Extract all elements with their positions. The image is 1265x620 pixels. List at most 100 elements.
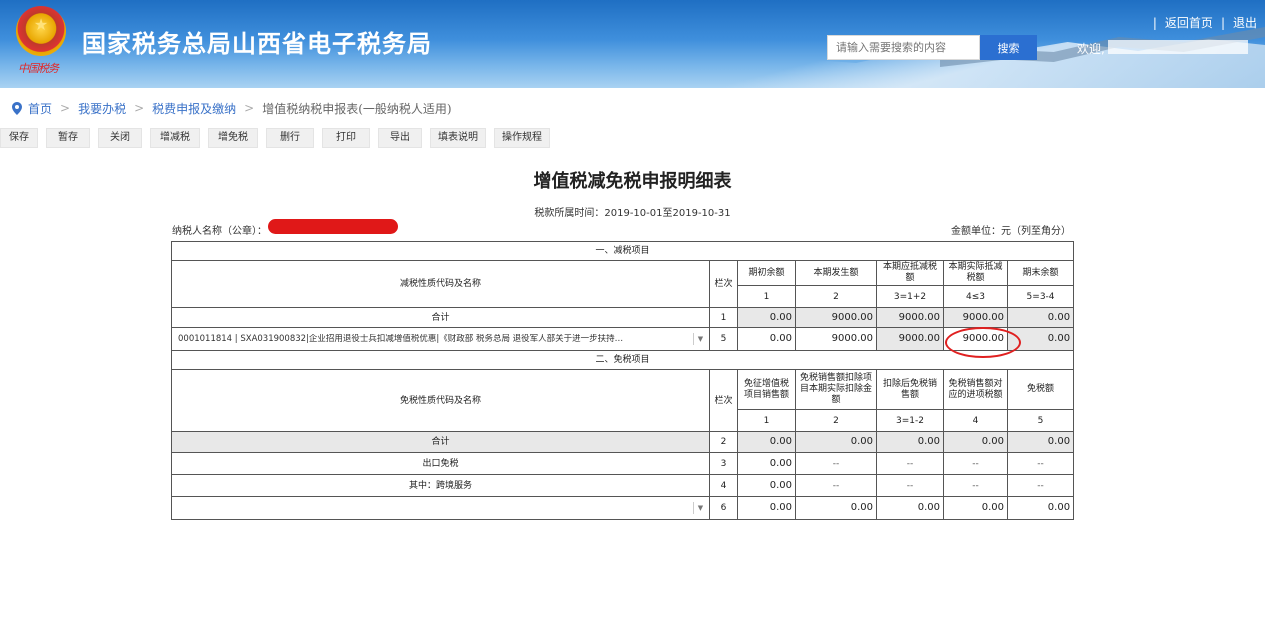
table-row: 0001011814 | SXA031900832|企业招用退役士兵扣减增值税优… (171, 327, 1075, 351)
cross-border-sales-input[interactable]: 0.00 (737, 474, 796, 497)
national-emblem-icon: ★ (16, 6, 66, 56)
exemption-section-title: 二、免税项目 (170, 350, 1075, 370)
close-button[interactable]: 关闭 (98, 128, 142, 148)
na-cell: -- (1006, 474, 1075, 497)
print-button[interactable]: 打印 (322, 128, 370, 148)
search-input[interactable] (827, 35, 980, 60)
export-exemption-label: 出口免税 (171, 452, 710, 475)
link-separator: | (1152, 16, 1157, 30)
temp-save-button[interactable]: 暂存 (46, 128, 90, 148)
dropdown-arrow-icon[interactable]: ▼ (693, 502, 707, 514)
reduction-code-select-value: 0001011814 | SXA031900832|企业招用退役士兵扣减增值税优… (178, 334, 624, 344)
home-link[interactable]: 返回首页 (1165, 16, 1213, 30)
tax-period: 税款所属时间：2019-10-01至2019-10-31 (534, 208, 731, 219)
site-header: ★ 中国税务 国家税务总局山西省电子税务局 搜索 欢迎, | 返回首页 | 退出 (0, 0, 1265, 88)
reduction-code-select[interactable]: 0001011814 | SXA031900832|企业招用退役士兵扣减增值税优… (171, 327, 710, 351)
section-header-row: 二、免税项目 (170, 350, 1075, 370)
na-cell: -- (876, 452, 944, 475)
total-value: 0.00 (1006, 431, 1075, 453)
total-value: 9000.00 (943, 307, 1008, 328)
table-row: 合计 2 0.00 0.00 0.00 0.00 0.00 (171, 431, 1075, 453)
breadcrumb: 首页 > 我要办税 > 税费申报及缴纳 > 增值税纳税申报表(一般纳税人适用) (12, 100, 452, 116)
column-header: 期初余额 (737, 260, 796, 286)
add-reduction-button[interactable]: 增减税 (150, 128, 200, 148)
table-row: 合计 1 0.00 9000.00 9000.00 9000.00 0.00 (171, 307, 1075, 328)
formula-cell: 2 (795, 285, 877, 308)
dropdown-arrow-icon[interactable]: ▼ (693, 333, 707, 345)
tax-seal-logo: 中国税务 (18, 62, 59, 75)
column-header: 期末余额 (1006, 260, 1075, 286)
export-button[interactable]: 导出 (378, 128, 422, 148)
na-cell: -- (943, 452, 1008, 475)
row-number: 3 (709, 452, 738, 475)
exemption-code-select[interactable]: ▼ (171, 496, 710, 520)
column-header: 免税额 (1006, 369, 1075, 410)
operation-rules-button[interactable]: 操作规程 (494, 128, 550, 148)
formula-cell: 1 (737, 409, 796, 432)
breadcrumb-tax-services[interactable]: 我要办税 (78, 100, 126, 117)
taxpayer-label: 纳税人名称（公章）： (172, 226, 267, 237)
opening-balance-input[interactable]: 0.00 (737, 327, 796, 351)
toolbar: 保存 暂存 关闭 增减税 增免税 删行 打印 导出 填表说明 操作规程 (0, 128, 1265, 148)
column-header: 免税销售额扣除项目本期实际扣除金额 (795, 369, 877, 410)
row-number: 4 (709, 474, 738, 497)
input-tax-value[interactable]: 0.00 (943, 496, 1008, 520)
row-number-header: 栏次 (709, 369, 738, 432)
column-header: 本期实际抵减税额 (943, 260, 1008, 286)
formula-cell: 4 (943, 409, 1008, 432)
breadcrumb-home[interactable]: 首页 (28, 100, 52, 117)
formula-cell: 3=1+2 (876, 285, 944, 308)
row-number: 2 (709, 431, 738, 453)
total-value: 0.00 (795, 431, 877, 453)
total-value: 0.00 (1006, 307, 1075, 328)
net-exempt-sales-value[interactable]: 0.00 (876, 496, 944, 520)
deduction-amount-input[interactable]: 0.00 (795, 496, 877, 520)
na-cell: -- (943, 474, 1008, 497)
total-label: 合计 (171, 431, 710, 453)
highlight-circle-annotation (945, 327, 1021, 358)
breadcrumb-separator: > (244, 101, 255, 115)
exempt-sales-input[interactable]: 0.00 (737, 496, 796, 520)
section-header-row: 一、减税项目 (170, 241, 1075, 261)
site-title: 国家税务总局山西省电子税务局 (82, 30, 432, 58)
reduction-code-header: 减税性质代码及名称 (171, 260, 710, 308)
exempt-tax-value[interactable]: 0.00 (1006, 496, 1075, 520)
total-value: 0.00 (876, 431, 944, 453)
breadcrumb-separator: > (134, 101, 145, 115)
reduction-section-title: 一、减税项目 (170, 241, 1075, 261)
total-value: 9000.00 (795, 307, 877, 328)
table-row: 出口免税 3 0.00 -- -- -- -- (171, 452, 1075, 475)
current-amount-input[interactable]: 9000.00 (795, 327, 877, 351)
search-button[interactable]: 搜索 (980, 35, 1037, 60)
total-value: 0.00 (943, 431, 1008, 453)
row-number: 5 (709, 327, 738, 351)
column-header: 免税销售额对应的进项税额 (943, 369, 1008, 410)
star-icon: ★ (33, 15, 49, 34)
table-header-row: 免税性质代码及名称 栏次 免征增值税项目销售额 免税销售额扣除项目本期实际扣除金… (171, 369, 1075, 432)
breadcrumb-filing[interactable]: 税费申报及缴纳 (152, 100, 236, 117)
exemption-code-header: 免税性质代码及名称 (171, 369, 710, 432)
na-cell: -- (795, 474, 877, 497)
formula-cell: 2 (795, 409, 877, 432)
delete-row-button[interactable]: 删行 (266, 128, 314, 148)
column-header: 扣除后免税销售额 (876, 369, 944, 410)
cross-border-label: 其中：跨境服务 (171, 474, 710, 497)
row-number: 6 (709, 496, 738, 520)
export-sales-input[interactable]: 0.00 (737, 452, 796, 475)
deductible-tax-value: 9000.00 (876, 327, 944, 351)
column-header: 本期发生额 (795, 260, 877, 286)
formula-cell: 5=3-4 (1006, 285, 1075, 308)
add-exemption-button[interactable]: 增免税 (208, 128, 258, 148)
total-value: 0.00 (737, 431, 796, 453)
table-row: 其中：跨境服务 4 0.00 -- -- -- -- (171, 474, 1075, 497)
save-button[interactable]: 保存 (0, 128, 38, 148)
breadcrumb-separator: > (60, 101, 71, 115)
logout-link[interactable]: 退出 (1233, 16, 1257, 30)
welcome-text: 欢迎, (1077, 42, 1105, 56)
fill-instructions-button[interactable]: 填表说明 (430, 128, 486, 148)
form-title: 增值税减免税申报明细表 (533, 171, 732, 192)
total-value: 9000.00 (876, 307, 944, 328)
formula-cell: 1 (737, 285, 796, 308)
total-label: 合计 (171, 307, 710, 328)
formula-cell: 5 (1006, 409, 1075, 432)
